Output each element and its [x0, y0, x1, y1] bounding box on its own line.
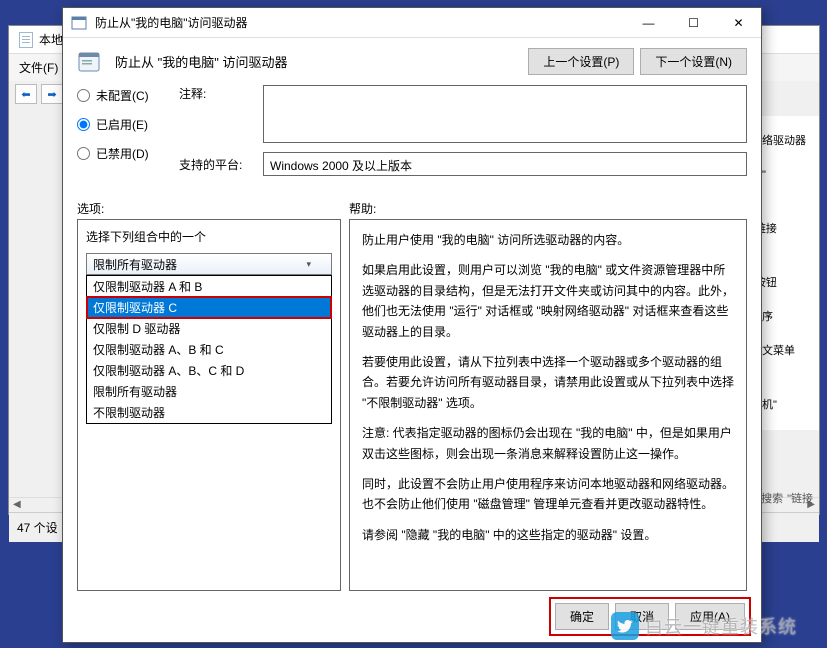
radio-disabled[interactable]: 已禁用(D): [77, 145, 173, 162]
cancel-button[interactable]: 取消: [615, 603, 669, 630]
dropdown-item[interactable]: 限制所有驱动器: [87, 381, 331, 402]
dialog-title-bar: 防止从"我的电脑"访问驱动器 — ☐ ✕: [63, 8, 761, 38]
dialog-icon: [71, 15, 87, 31]
radio-not-configured-input[interactable]: [77, 89, 90, 102]
previous-setting-button[interactable]: 上一个设置(P): [528, 48, 634, 75]
dialog-footer: 确定 取消 应用(A): [63, 591, 761, 642]
radio-not-configured[interactable]: 未配置(C): [77, 87, 173, 104]
dialog-header-title: 防止从 "我的电脑" 访问驱动器: [115, 52, 287, 71]
platform-label: 支持的平台:: [179, 152, 257, 173]
minimize-button[interactable]: —: [626, 8, 671, 37]
dialog-title-text: 防止从"我的电脑"访问驱动器: [95, 14, 248, 31]
help-paragraph: 同时，此设置不会防止用户使用程序来访问本地驱动器和网络驱动器。也不会防止他们使用…: [362, 474, 734, 515]
ok-button[interactable]: 确定: [555, 603, 609, 630]
help-label: 帮助:: [349, 200, 747, 217]
comment-textarea[interactable]: [263, 85, 747, 143]
nav-forward-button[interactable]: ➡: [41, 84, 63, 104]
dropdown-item[interactable]: 不限制驱动器: [87, 402, 331, 423]
drive-combo[interactable]: 限制所有驱动器 ▾: [86, 253, 332, 275]
radio-enabled[interactable]: 已启用(E): [77, 116, 173, 133]
combo-selected-text: 限制所有驱动器: [93, 256, 177, 273]
help-paragraph: 请参阅 "隐藏 "我的电脑" 中的这些指定的驱动器" 设置。: [362, 525, 734, 545]
bg-status-text: 47 个设: [17, 521, 58, 535]
bg-menu-file[interactable]: 文件(F): [19, 61, 58, 75]
options-pane: 选择下列组合中的一个 限制所有驱动器 ▾ 仅限制驱动器 A 和 B 仅限制驱动器…: [77, 219, 341, 591]
platform-value: Windows 2000 及以上版本: [263, 152, 747, 176]
dropdown-item-selected[interactable]: 仅限制驱动器 C: [87, 297, 331, 318]
options-label: 选项:: [77, 200, 349, 217]
apply-button[interactable]: 应用(A): [675, 603, 745, 630]
config-radio-group: 未配置(C) 已启用(E) 已禁用(D): [77, 85, 173, 162]
footer-highlight: 确定 取消 应用(A): [553, 601, 747, 632]
help-paragraph: 防止用户使用 "我的电脑" 访问所选驱动器的内容。: [362, 230, 734, 250]
help-paragraph: 注意: 代表指定驱动器的图标仍会出现在 "我的电脑" 中，但是如果用户双击这些图…: [362, 423, 734, 464]
nav-back-button[interactable]: ⬅: [15, 84, 37, 104]
dropdown-item[interactable]: 仅限制驱动器 A、B 和 C: [87, 339, 331, 360]
close-button[interactable]: ✕: [716, 8, 761, 37]
next-setting-button[interactable]: 下一个设置(N): [640, 48, 747, 75]
maximize-button[interactable]: ☐: [671, 8, 716, 37]
bg-title-text: 本地: [39, 31, 63, 48]
radio-enabled-input[interactable]: [77, 118, 90, 131]
dropdown-item[interactable]: 仅限制 D 驱动器: [87, 318, 331, 339]
combo-label: 选择下列组合中的一个: [86, 228, 332, 245]
dropdown-item[interactable]: 仅限制驱动器 A、B、C 和 D: [87, 360, 331, 381]
policy-dialog: 防止从"我的电脑"访问驱动器 — ☐ ✕ 防止从 "我的电脑" 访问驱动器 上一…: [62, 7, 762, 643]
policy-icon: [77, 50, 101, 74]
drive-combo-dropdown: 仅限制驱动器 A 和 B 仅限制驱动器 C 仅限制 D 驱动器 仅限制驱动器 A…: [86, 275, 332, 424]
dropdown-item[interactable]: 仅限制驱动器 A 和 B: [87, 276, 331, 297]
help-paragraph: 若要使用此设置，请从下拉列表中选择一个驱动器或多个驱动器的组合。若要允许访问所有…: [362, 352, 734, 413]
radio-disabled-input[interactable]: [77, 147, 90, 160]
chevron-down-icon: ▾: [306, 259, 311, 270]
help-paragraph: 如果启用此设置，则用户可以浏览 "我的电脑" 或文件资源管理器中所选驱动器的目录…: [362, 260, 734, 342]
document-icon: [19, 32, 33, 48]
comment-label: 注释:: [179, 85, 257, 102]
help-pane: 防止用户使用 "我的电脑" 访问所选驱动器的内容。 如果启用此设置，则用户可以浏…: [349, 219, 747, 591]
dialog-header: 防止从 "我的电脑" 访问驱动器 上一个设置(P) 下一个设置(N): [63, 38, 761, 85]
